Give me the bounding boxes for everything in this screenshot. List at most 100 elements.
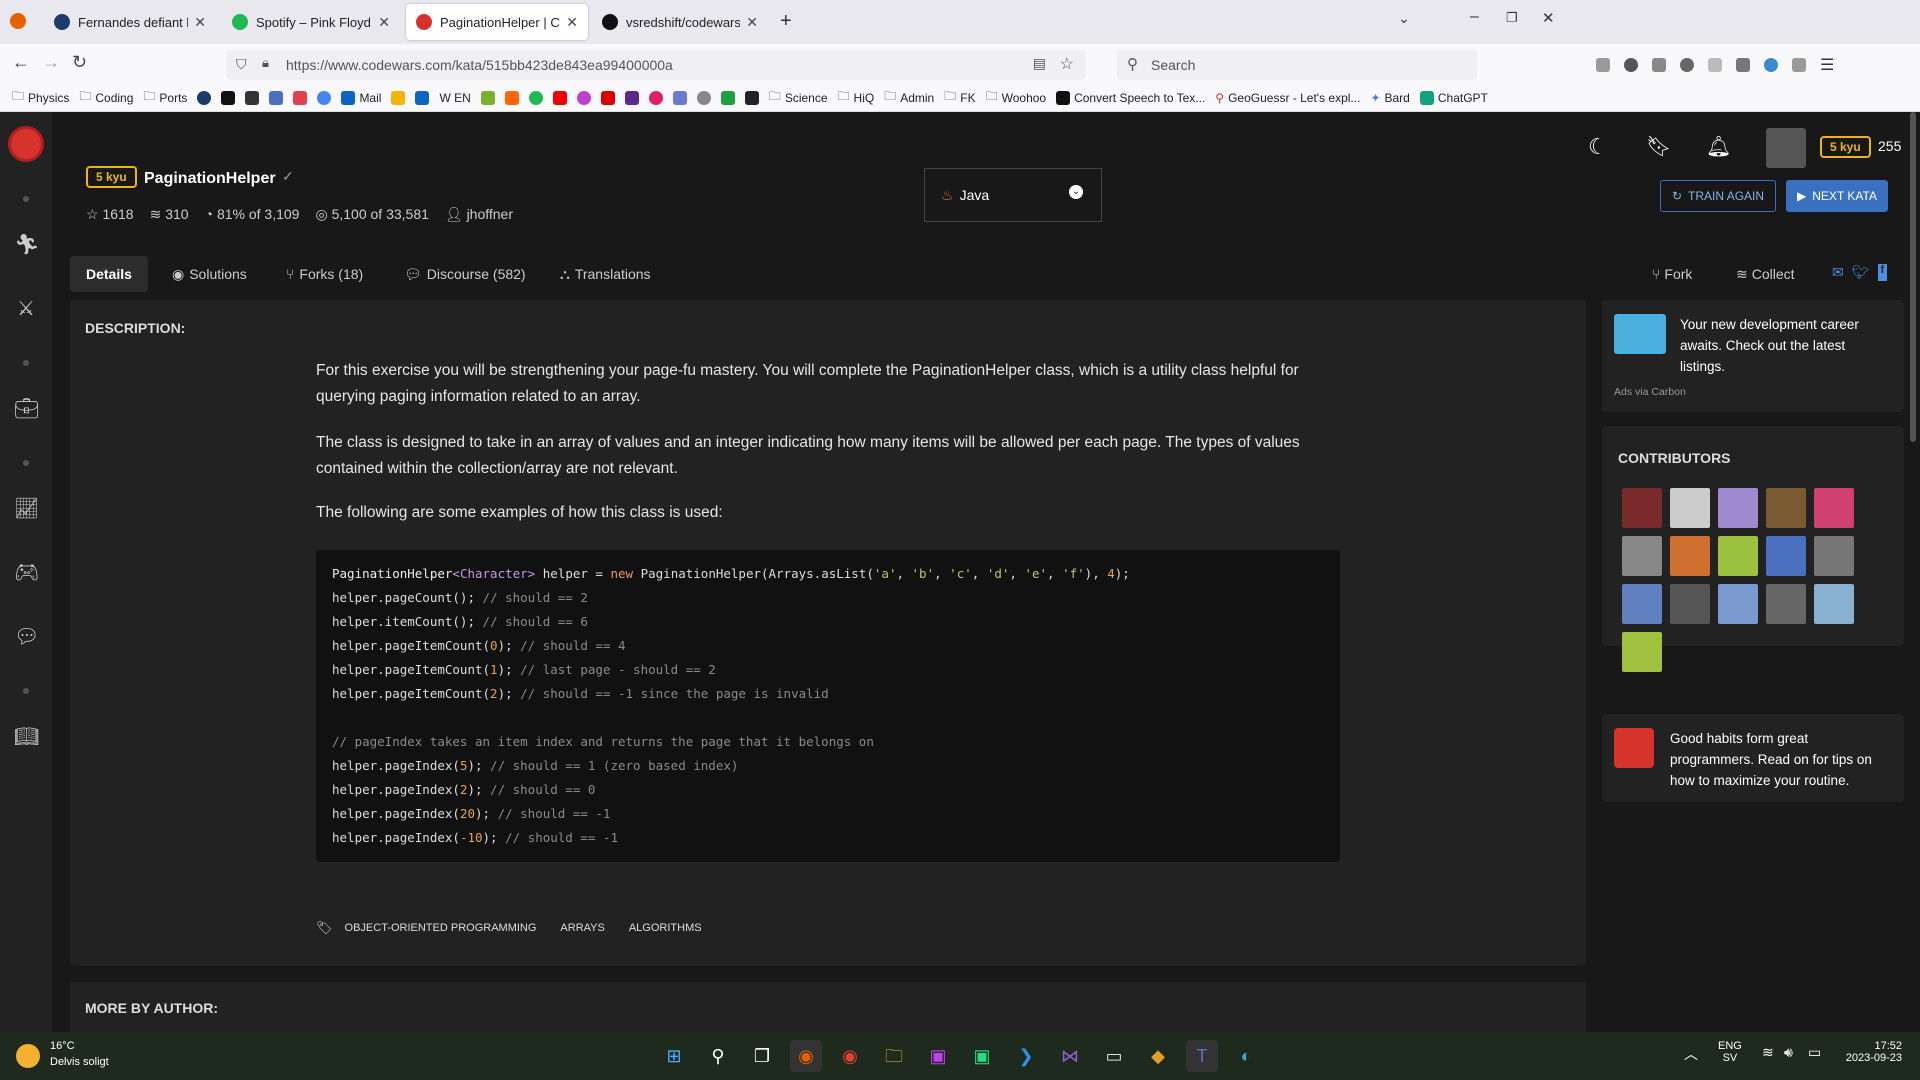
close-window-icon[interactable]: ✕ [1542,9,1555,27]
contributor-avatar[interactable] [1814,584,1854,624]
briefcase-icon[interactable]: 💼︎ [14,396,39,420]
weather-icon[interactable] [16,1044,40,1068]
reader-view-icon[interactable]: ▤ [1033,55,1046,72]
language-indicator[interactable]: ENG SV [1718,1040,1742,1064]
netflix-icon[interactable] [600,90,615,105]
practice-icon[interactable]: ⚔︎ [14,296,38,320]
language-select[interactable]: ♨ Java ⌄ [924,168,1102,222]
pycharm-icon[interactable]: ▣ [966,1040,998,1072]
wifi-icon[interactable]: ≋ [1762,1044,1774,1061]
extension-icon[interactable] [1708,58,1722,72]
bookmark-folder-woohoo[interactable]: 🗀 Woohoo [986,87,1047,108]
google-icon[interactable] [317,90,332,105]
bookmark-convert-speech[interactable]: Convert Speech to Tex... [1056,90,1205,105]
weather-desc[interactable]: Delvis soligt [50,1056,109,1068]
restore-icon[interactable]: ❐ [1506,10,1518,26]
bookmark-folder-admin[interactable]: 🗀 Admin [884,87,934,108]
play-icon[interactable] [720,90,735,105]
globe-icon[interactable] [696,90,711,105]
close-tab-icon[interactable]: ✕ [566,14,578,31]
bookmark-icon[interactable] [480,90,495,105]
bookmark-icon[interactable] [744,90,759,105]
bookmark-folder-fk[interactable]: 🗀 FK [944,87,975,108]
tab-forks[interactable]: ⑂ Forks (18) [270,256,379,292]
close-tab-icon[interactable]: ✕ [746,14,758,31]
volume-icon[interactable]: 🔊︎ [1784,1044,1793,1061]
tray-chevron-icon[interactable]: ︿ [1684,1044,1698,1064]
facebook-icon[interactable]: f [1877,264,1888,281]
tab-translations[interactable]: ⛬ Translations [544,256,667,292]
menu-icon[interactable]: ☰ [1820,55,1834,75]
bookmark-icon[interactable] [269,90,284,105]
discord-icon[interactable]: 🎮︎ [14,560,39,584]
reload-icon[interactable]: ↻ [72,52,87,73]
youtube-icon[interactable] [552,90,567,105]
email-icon[interactable]: ✉ [1832,264,1844,281]
twitter-icon[interactable]: 🐦︎ [1852,264,1870,281]
teams-icon[interactable]: T [1186,1040,1218,1072]
tab-details[interactable]: Details [70,256,148,292]
bookmark-star-icon[interactable]: ☆ [1060,54,1074,74]
weather-temp[interactable]: 16°C [50,1040,75,1052]
bookmark-w-en[interactable]: W EN [439,91,470,105]
contributor-avatar[interactable] [1766,584,1806,624]
minimize-icon[interactable]: – [1470,8,1479,26]
browser-tab-1[interactable]: Fernandes defiant but mess in M ✕ [44,4,216,40]
notifications-bell-icon[interactable]: 🔔︎ [1706,134,1731,159]
dark-mode-icon[interactable]: ☾ [1588,134,1608,160]
bookmark-icon[interactable] [576,90,591,105]
drive-icon[interactable] [391,90,406,105]
browser-tab-2[interactable]: Spotify – Pink Floyd - Discograp ✕ [222,4,400,40]
tab-discourse[interactable]: 💬︎ Discourse (582) [388,256,542,292]
contributor-avatar[interactable] [1670,488,1710,528]
chat-icon[interactable]: 💬︎ [14,624,39,648]
extension-icon[interactable] [1764,58,1778,72]
bookmark-folder-ports[interactable]: 🗀 Ports [143,87,187,108]
back-icon[interactable]: ← [12,52,30,73]
clock[interactable]: 17:52 2023-09-23 [1836,1040,1902,1064]
contributor-avatar[interactable] [1718,584,1758,624]
tag-item[interactable]: ARRAYS [560,922,604,934]
linkedin-icon[interactable] [415,90,430,105]
intellij-icon[interactable]: ▣ [922,1040,954,1072]
contributor-avatar[interactable] [1622,632,1662,672]
pocket-icon[interactable] [1596,58,1610,72]
tab-solutions[interactable]: ◉ Solutions [156,256,263,292]
browser-tab-3[interactable]: PaginationHelper | Codewars ✕ [406,4,588,40]
tag-item[interactable]: ALGORITHMS [629,922,702,934]
edge-icon[interactable]: ◐ [1230,1040,1262,1072]
author-link[interactable]: 👤︎ jhoffner [445,206,513,223]
battery-icon[interactable]: ▭ [1808,1044,1821,1061]
list-tabs-icon[interactable]: ⌄ [1398,10,1410,27]
bookmark-icon[interactable] [197,90,212,105]
extension-icon[interactable] [1652,58,1666,72]
soundcloud-icon[interactable] [504,90,519,105]
firefox-menu-icon[interactable] [10,13,26,29]
vscode-icon[interactable]: ❯ [1010,1040,1042,1072]
visual-studio-icon[interactable]: ⋈ [1054,1040,1086,1072]
chrome-icon[interactable]: ◉ [834,1040,866,1072]
extension-m-icon[interactable] [1624,58,1638,72]
contributor-avatar[interactable] [1622,536,1662,576]
contributor-avatar[interactable] [1718,536,1758,576]
git-icon[interactable]: ◆ [1142,1040,1174,1072]
browser-tab-4[interactable]: vsredshift/codewars: Java code ✕ [592,4,768,40]
bookmark-folder-hiq[interactable]: 🗀 HiQ [838,87,875,108]
page-scrollbar[interactable] [1910,112,1916,442]
next-kata-button[interactable]: ▶ NEXT KATA [1786,180,1888,212]
bookmark-mail[interactable]: Mail [341,90,381,105]
bookmark-folder-coding[interactable]: 🗀 Coding [79,87,133,108]
bookmark-icon[interactable] [624,90,639,105]
close-tab-icon[interactable]: ✕ [378,14,390,31]
search-icon[interactable]: ⚲ [702,1040,734,1072]
ads-via-carbon[interactable]: Ads via Carbon [1614,386,1686,398]
collect-action[interactable]: ≋ Collect [1720,256,1811,292]
spotify-icon[interactable] [528,90,543,105]
tag-item[interactable]: OBJECT-ORIENTED PROGRAMMING [345,922,537,934]
fork-action[interactable]: ⑂ Fork [1636,256,1708,292]
file-explorer-icon[interactable]: 🗀 [878,1040,910,1072]
contributor-avatar[interactable] [1670,584,1710,624]
bookmark-icon[interactable]: 🔖︎ [1646,134,1671,159]
docs-icon[interactable]: 📖︎ [14,724,39,748]
bookmark-geoguessr[interactable]: ⚲ GeoGuessr - Let's expl... [1215,91,1360,105]
